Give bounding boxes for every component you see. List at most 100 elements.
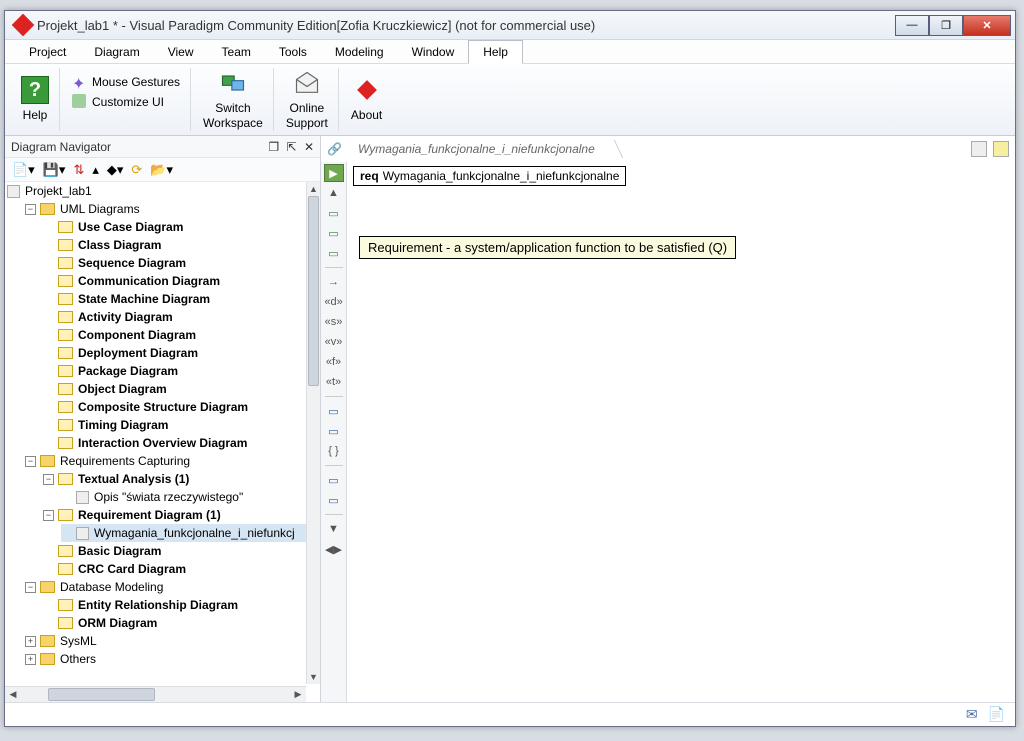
tree-item[interactable]: Deployment Diagram (43, 344, 306, 362)
tree-item[interactable]: Timing Diagram (43, 416, 306, 434)
palette-hscroll-icon[interactable]: ◀▶ (324, 540, 344, 558)
tree-item[interactable]: Interaction Overview Diagram (43, 434, 306, 452)
tree-database-modeling[interactable]: −Database Modeling (25, 578, 306, 596)
palette-package2-icon[interactable]: ▭ (324, 491, 344, 509)
diagram-icon (58, 617, 73, 629)
mouse-gestures-button[interactable]: ✦ Mouse Gestures (68, 72, 184, 92)
tree-requirement-diagram[interactable]: −Requirement Diagram (1) (43, 506, 306, 524)
menu-diagram[interactable]: Diagram (80, 41, 153, 63)
tree-uml-diagrams[interactable]: −UML Diagrams (25, 200, 306, 218)
tree-item[interactable]: Package Diagram (43, 362, 306, 380)
expand-icon[interactable]: + (25, 636, 36, 647)
scroll-track[interactable] (307, 196, 320, 670)
online-support-button[interactable]: Online Support (276, 68, 339, 131)
navigator-vscrollbar[interactable]: ▲ ▼ (306, 182, 320, 684)
palette-rect-icon[interactable]: ▭ (324, 204, 344, 222)
palette-down-icon[interactable]: ▼ (324, 520, 344, 538)
panel-pin-icon[interactable]: ⇱ (287, 140, 297, 154)
status-mail-icon[interactable]: ✉ (966, 706, 978, 723)
menu-help[interactable]: Help (468, 40, 523, 64)
palette-braces-icon[interactable]: { } (324, 442, 344, 460)
tree-item[interactable]: State Machine Diagram (43, 290, 306, 308)
tree-requirements-capturing[interactable]: −Requirements Capturing (25, 452, 306, 470)
collapse-icon[interactable]: − (43, 510, 54, 521)
panel-restore-icon[interactable]: ❐ (268, 140, 279, 154)
breadcrumb-item[interactable]: Wymagania_funkcjonalne_i_niefunkcjonalne (350, 140, 611, 158)
palette-arrow-icon[interactable]: → (324, 273, 344, 291)
scroll-thumb[interactable] (308, 196, 319, 386)
about-button[interactable]: About (341, 68, 392, 131)
menu-tools[interactable]: Tools (265, 41, 321, 63)
scroll-thumb[interactable] (48, 688, 156, 701)
collapse-icon[interactable]: − (25, 456, 36, 467)
palette-v-icon[interactable]: «v» (324, 333, 344, 351)
online-support-icon (293, 69, 321, 97)
scroll-track[interactable] (21, 687, 290, 702)
palette-d-icon[interactable]: «d» (324, 293, 344, 311)
close-button[interactable] (963, 15, 1011, 36)
nav-up-icon[interactable]: ▴ (89, 160, 102, 180)
collapse-icon[interactable]: − (25, 582, 36, 593)
nav-save-icon[interactable]: 💾▾ (40, 160, 69, 180)
tree-item[interactable]: Opis "świata rzeczywistego" (61, 488, 306, 506)
tree-item[interactable]: Activity Diagram (43, 308, 306, 326)
customize-ui-button[interactable]: Customize UI (68, 92, 168, 112)
palette-t-icon[interactable]: «t» (324, 373, 344, 391)
status-note-icon[interactable]: 📄 (988, 706, 1005, 723)
tree-others[interactable]: +Others (25, 650, 306, 668)
scroll-down-icon[interactable]: ▼ (307, 670, 320, 684)
tree-item[interactable]: Component Diagram (43, 326, 306, 344)
palette-note2-icon[interactable]: ▭ (324, 422, 344, 440)
note-icon[interactable] (993, 141, 1009, 157)
file-icon (76, 491, 89, 504)
tree-item[interactable]: Basic Diagram (43, 542, 306, 560)
palette-req2-icon[interactable]: ▭ (324, 244, 344, 262)
tree-item[interactable]: Class Diagram (43, 236, 306, 254)
tree-item[interactable]: Entity Relationship Diagram (43, 596, 306, 614)
tree-sysml[interactable]: +SysML (25, 632, 306, 650)
palette-cursor-icon[interactable]: ▶ (324, 164, 344, 182)
link-icon[interactable]: 🔗 (327, 142, 342, 156)
palette-f-icon[interactable]: «f» (324, 353, 344, 371)
minimize-button[interactable] (895, 15, 929, 36)
tree-item[interactable]: Communication Diagram (43, 272, 306, 290)
scroll-up-icon[interactable]: ▲ (307, 182, 320, 196)
expand-icon[interactable]: + (25, 654, 36, 665)
scroll-left-icon[interactable]: ◀ (5, 687, 21, 702)
nav-refresh-icon[interactable]: ⟳ (128, 160, 145, 180)
nav-new-icon[interactable]: 📄▾ (9, 160, 38, 180)
scroll-right-icon[interactable]: ▶ (290, 687, 306, 702)
nav-diamond-icon[interactable]: ◆▾ (104, 160, 127, 180)
palette-s-icon[interactable]: «s» (324, 313, 344, 331)
palette-package-icon[interactable]: ▭ (324, 471, 344, 489)
menu-modeling[interactable]: Modeling (321, 41, 398, 63)
menu-view[interactable]: View (154, 41, 208, 63)
tree-item[interactable]: Composite Structure Diagram (43, 398, 306, 416)
tree-item[interactable]: ORM Diagram (43, 614, 306, 632)
tree-item[interactable]: Object Diagram (43, 380, 306, 398)
collapse-icon[interactable]: − (25, 204, 36, 215)
menu-window[interactable]: Window (398, 41, 469, 63)
collapse-icon[interactable]: − (43, 474, 54, 485)
nav-sort-icon[interactable]: ⇅ (70, 160, 87, 180)
requirement-frame[interactable]: reqWymagania_funkcjonalne_i_niefunkcjona… (353, 166, 626, 186)
palette-up-icon[interactable]: ▲ (324, 184, 344, 202)
tree-textual-analysis[interactable]: −Textual Analysis (1) (43, 470, 306, 488)
palette-req-icon[interactable]: ▭ (324, 224, 344, 242)
help-button[interactable]: ? Help (11, 68, 60, 131)
tree-item-selected[interactable]: Wymagania_funkcjonalne_i_niefunkcj (61, 524, 306, 542)
tree-item[interactable]: Use Case Diagram (43, 218, 306, 236)
switch-workspace-button[interactable]: Switch Workspace (193, 68, 274, 131)
tree-item[interactable]: Sequence Diagram (43, 254, 306, 272)
overview-icon[interactable] (971, 141, 987, 157)
tree-item[interactable]: CRC Card Diagram (43, 560, 306, 578)
menu-team[interactable]: Team (208, 41, 265, 63)
palette-note-icon[interactable]: ▭ (324, 402, 344, 420)
tree-root[interactable]: Projekt_lab1 (7, 182, 306, 200)
maximize-button[interactable] (929, 15, 963, 36)
navigator-hscrollbar[interactable]: ◀ ▶ (5, 686, 306, 702)
menu-project[interactable]: Project (15, 41, 80, 63)
nav-open-icon[interactable]: 📂▾ (147, 160, 176, 180)
diagram-canvas[interactable]: reqWymagania_funkcjonalne_i_niefunkcjona… (347, 162, 1015, 702)
panel-close-icon[interactable]: ✕ (304, 140, 314, 154)
